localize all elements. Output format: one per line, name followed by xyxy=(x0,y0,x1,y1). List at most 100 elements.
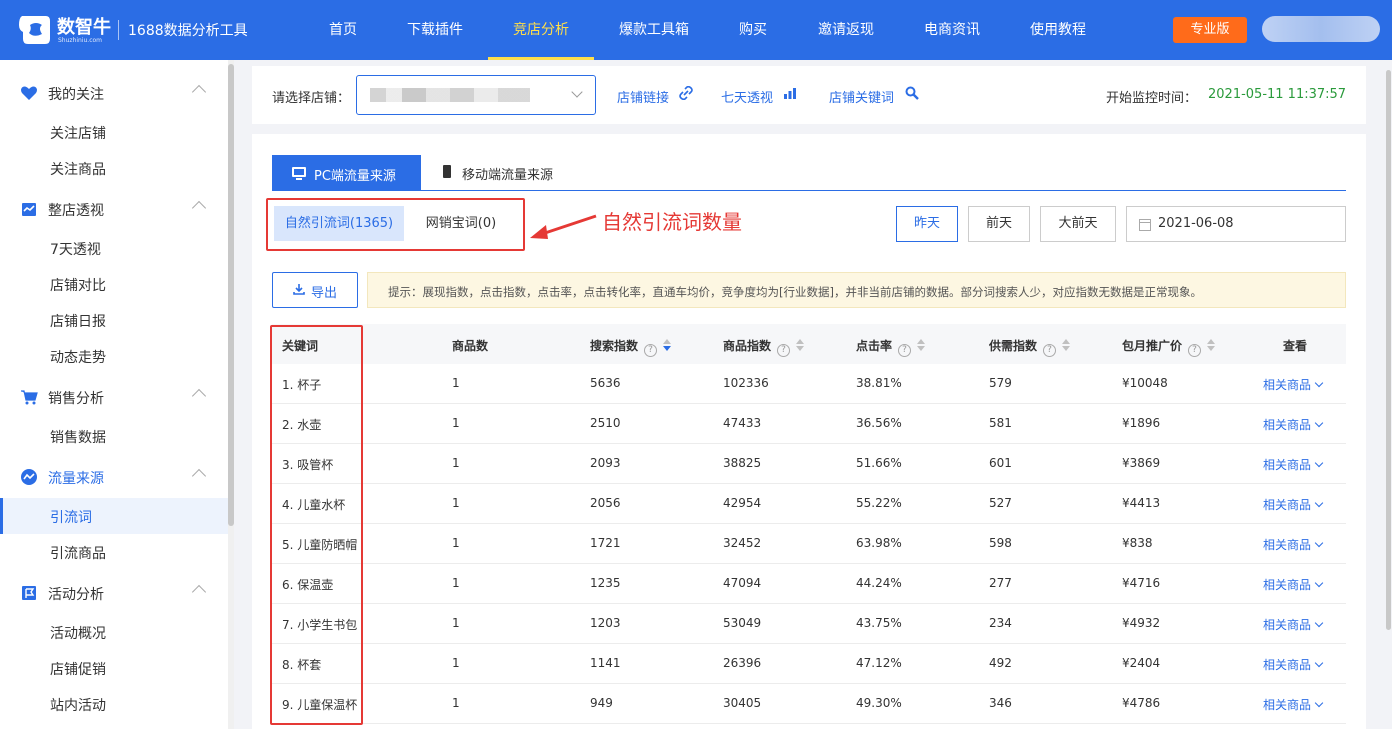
cell-product-index: 26396 xyxy=(723,656,762,670)
sidebar-group-my-follows[interactable]: 我的关注 xyxy=(0,75,228,111)
related-products-link[interactable]: 相关商品 xyxy=(1263,536,1324,553)
nav-download-plugin[interactable]: 下载插件 xyxy=(400,0,470,60)
tab-pc-traffic[interactable]: PC端流量来源 xyxy=(272,155,421,190)
cell-click-rate: 47.12% xyxy=(856,656,902,670)
sidebar-scrollbar-thumb[interactable] xyxy=(228,64,234,526)
user-account-avatar[interactable] xyxy=(1262,16,1380,42)
cell-product-count: 1 xyxy=(452,376,460,390)
sidebar-item-shop-compare[interactable]: 店铺对比 xyxy=(0,266,228,302)
sort-icon[interactable] xyxy=(796,339,805,351)
day-before-yesterday-button[interactable]: 前天 xyxy=(968,206,1030,242)
col-header-label: 搜索指数 xyxy=(590,339,639,353)
sort-icon[interactable] xyxy=(917,339,926,351)
chevron-down-icon xyxy=(1314,658,1324,668)
seven-day-overview-link[interactable]: 七天透视 xyxy=(721,87,773,106)
shop-link-link[interactable]: 店铺链接 xyxy=(617,87,669,106)
sidebar-item-traffic-products[interactable]: 引流商品 xyxy=(0,534,228,570)
cell-search-index: 5636 xyxy=(590,376,621,390)
cell-product-count: 1 xyxy=(452,616,460,630)
sidebar-group-sales-analysis[interactable]: 销售分析 xyxy=(0,379,228,415)
cell-monthly-price: ¥1896 xyxy=(1122,416,1161,430)
sidebar-item-sales-data[interactable]: 销售数据 xyxy=(0,418,228,454)
sidebar-item-label: 店铺促销 xyxy=(50,662,106,678)
sidebar-group-shop-overview[interactable]: 整店透视 xyxy=(0,191,228,227)
page-scrollbar-thumb[interactable] xyxy=(1386,70,1391,630)
shop-keywords-link[interactable]: 店铺关键词 xyxy=(829,87,894,106)
sidebar-item-activity-overview[interactable]: 活动概况 xyxy=(0,614,228,650)
cell-monthly-price: ¥838 xyxy=(1122,536,1153,550)
col-header-label: 包月推广价 xyxy=(1122,339,1183,353)
cell-search-index: 2056 xyxy=(590,496,621,510)
sidebar-item-label: 店铺日报 xyxy=(50,314,106,330)
sort-icon[interactable] xyxy=(663,339,672,351)
cell-product-index: 47094 xyxy=(723,576,762,590)
sidebar-item-label: 站内活动 xyxy=(50,698,106,714)
export-button[interactable]: 导出 xyxy=(272,272,358,308)
link-label: 相关商品 xyxy=(1263,578,1312,592)
nav-competitor-analysis[interactable]: 竞店分析 xyxy=(505,0,577,60)
cell-supply-demand: 581 xyxy=(989,416,1012,430)
chevron-down-icon xyxy=(1314,578,1324,588)
sort-icon[interactable] xyxy=(1207,339,1216,351)
selected-shop-name-blurred xyxy=(370,88,530,102)
brand-name[interactable]: 数智牛 xyxy=(57,13,111,39)
related-products-link[interactable]: 相关商品 xyxy=(1263,576,1324,593)
nav-hot-toolbox[interactable]: 爆款工具箱 xyxy=(612,0,696,60)
sidebar-group-label: 销售分析 xyxy=(48,391,104,407)
nav-invite-cashback[interactable]: 邀请返现 xyxy=(810,0,882,60)
cell-monthly-price: ¥4716 xyxy=(1122,576,1161,590)
help-icon[interactable]: ? xyxy=(644,344,658,357)
cell-click-rate: 44.24% xyxy=(856,576,902,590)
sidebar-item-follow-shops[interactable]: 关注店铺 xyxy=(0,114,228,150)
col-header-product-index[interactable]: 商品指数? xyxy=(723,337,805,357)
link-label: 相关商品 xyxy=(1263,418,1312,432)
related-products-link[interactable]: 相关商品 xyxy=(1263,496,1324,513)
cell-product-index: 102336 xyxy=(723,376,769,390)
nav-tutorial[interactable]: 使用教程 xyxy=(1022,0,1094,60)
cell-search-index: 1203 xyxy=(590,616,621,630)
nav-home[interactable]: 首页 xyxy=(320,0,366,60)
related-products-link[interactable]: 相关商品 xyxy=(1263,416,1324,433)
table-row: 3. 吸管杯 1 2093 38825 51.66% 601 ¥3869 相关商… xyxy=(272,444,1346,484)
sidebar-group-traffic-source[interactable]: 流量来源 xyxy=(0,459,228,495)
three-days-ago-button[interactable]: 大前天 xyxy=(1040,206,1116,242)
sidebar-group-activity-analysis[interactable]: 活动分析 xyxy=(0,575,228,611)
sidebar-item-7day-overview[interactable]: 7天透视 xyxy=(0,230,228,266)
sidebar-item-onsite-activity[interactable]: 站内活动 xyxy=(0,686,228,722)
sort-icon[interactable] xyxy=(1062,339,1071,351)
nav-ecommerce-news[interactable]: 电商资讯 xyxy=(916,0,988,60)
help-icon[interactable]: ? xyxy=(898,344,912,357)
related-products-link[interactable]: 相关商品 xyxy=(1263,616,1324,633)
segment-bestseller-keywords[interactable]: 网销宝词(0) xyxy=(404,206,518,241)
col-header-search-index[interactable]: 搜索指数? xyxy=(590,337,672,357)
date-picker[interactable]: 2021-06-08 xyxy=(1126,206,1346,242)
sidebar-item-follow-products[interactable]: 关注商品 xyxy=(0,150,228,186)
cell-supply-demand: 277 xyxy=(989,576,1012,590)
cell-search-index: 2510 xyxy=(590,416,621,430)
yesterday-button[interactable]: 昨天 xyxy=(896,206,958,242)
table-row: 4. 儿童水杯 1 2056 42954 55.22% 527 ¥4413 相关… xyxy=(272,484,1346,524)
pro-version-button[interactable]: 专业版 xyxy=(1173,17,1247,43)
chevron-up-icon xyxy=(191,468,207,484)
related-products-link[interactable]: 相关商品 xyxy=(1263,376,1324,393)
related-products-link[interactable]: 相关商品 xyxy=(1263,456,1324,473)
col-header-click-rate[interactable]: 点击率? xyxy=(856,337,926,357)
sidebar-item-shop-promotion[interactable]: 店铺促销 xyxy=(0,650,228,686)
cell-supply-demand: 492 xyxy=(989,656,1012,670)
sidebar-item-shop-daily[interactable]: 店铺日报 xyxy=(0,302,228,338)
sidebar-item-traffic-keywords[interactable]: 引流词 xyxy=(0,498,228,534)
shuzhiniu-logo-icon[interactable] xyxy=(16,12,52,48)
sidebar-item-trend[interactable]: 动态走势 xyxy=(0,338,228,374)
cell-click-rate: 63.98% xyxy=(856,536,902,550)
segment-natural-keywords[interactable]: 自然引流词(1365) xyxy=(274,206,404,241)
help-icon[interactable]: ? xyxy=(1188,344,1202,357)
sidebar-group-label: 整店透视 xyxy=(48,203,104,219)
col-header-supply-demand[interactable]: 供需指数? xyxy=(989,337,1071,357)
related-products-link[interactable]: 相关商品 xyxy=(1263,696,1324,713)
col-header-monthly-price[interactable]: 包月推广价? xyxy=(1122,337,1216,357)
related-products-link[interactable]: 相关商品 xyxy=(1263,656,1324,673)
help-icon[interactable]: ? xyxy=(777,344,791,357)
help-icon[interactable]: ? xyxy=(1043,344,1057,357)
nav-purchase[interactable]: 购买 xyxy=(730,0,776,60)
cell-click-rate: 36.56% xyxy=(856,416,902,430)
